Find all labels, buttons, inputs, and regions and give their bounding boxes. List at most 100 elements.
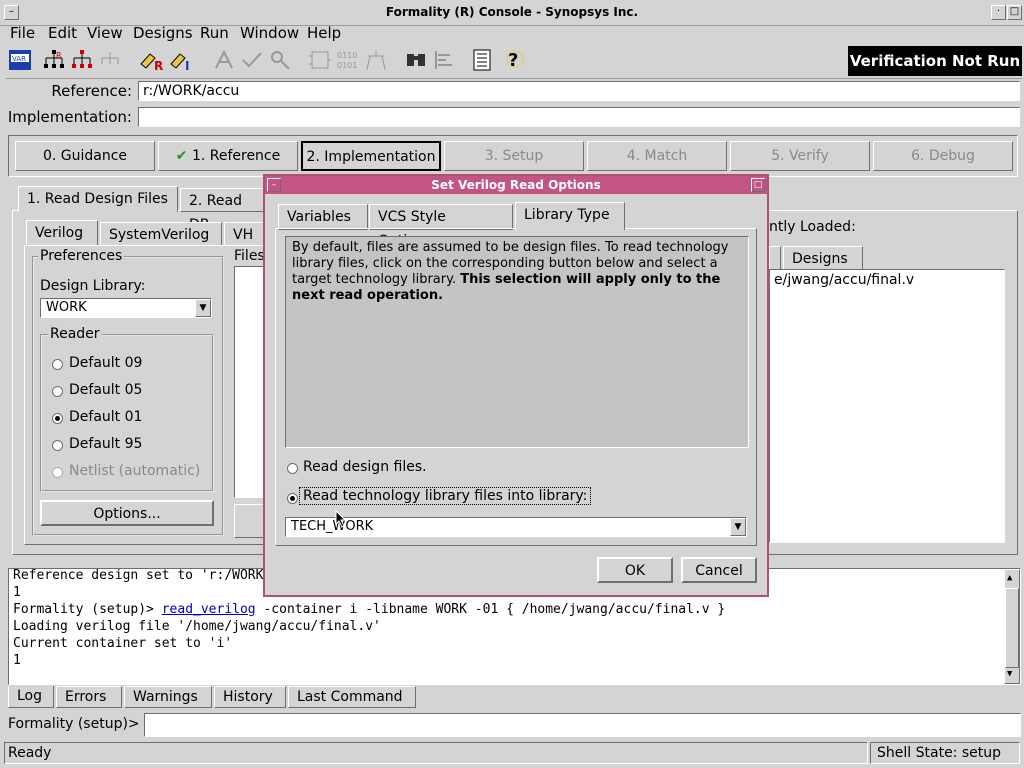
chevron-down-icon[interactable]: ▼: [730, 518, 746, 536]
menu-help[interactable]: Help: [307, 24, 341, 42]
tab-vcs-style-options[interactable]: VCS Style Options: [369, 204, 513, 249]
tab-errors[interactable]: Errors: [56, 686, 122, 708]
loaded-list[interactable]: e/jwang/accu/final.v: [769, 269, 1005, 543]
menu-designs[interactable]: Designs: [133, 24, 193, 42]
svg-text:R: R: [154, 59, 163, 72]
step-verify: 5. Verify: [730, 141, 870, 171]
report-icon[interactable]: [468, 46, 496, 74]
design-library-label: Design Library:: [40, 278, 146, 294]
radio-read-design-files-label: Read design files.: [303, 459, 427, 475]
log-command-args: -container i -libname WORK -01 { /home/j…: [255, 602, 726, 617]
step-match: 4. Match: [587, 141, 727, 171]
prompt-label: Formality (setup)>: [8, 716, 140, 732]
reader-label-netlist: Netlist (automatic): [69, 463, 201, 479]
library-select-value: TECH_WORK: [291, 519, 374, 534]
status-right-panel: Shell State: setup: [870, 742, 1020, 764]
implementation-field[interactable]: [138, 107, 1020, 127]
files-list[interactable]: [234, 266, 264, 498]
scroll-up-icon[interactable]: ▲: [1007, 570, 1012, 587]
reader-radio-01[interactable]: [52, 413, 63, 424]
step-reference-label: 1. Reference: [191, 148, 281, 164]
loaded-tab-designs[interactable]: Designs: [783, 246, 863, 270]
preferences-title: Preferences: [38, 248, 125, 264]
dialog-title: Set Verilog Read Options: [265, 176, 767, 194]
tab-read-design-files[interactable]: 1. Read Design Files: [18, 186, 178, 212]
reader-radio-09[interactable]: [52, 359, 63, 370]
dialog-maximize-button[interactable]: □: [751, 178, 765, 192]
reference-field[interactable]: r:/WORK/accu: [138, 81, 1020, 101]
edit-reference-icon[interactable]: R: [138, 46, 166, 74]
tab-vhdl[interactable]: VH: [224, 222, 264, 246]
svg-text:VAR: VAR: [12, 55, 26, 63]
checkmark-icon: ✔: [175, 148, 188, 164]
step-setup: 3. Setup: [444, 141, 584, 171]
log-scrollbar[interactable]: ▲ ▼: [1004, 569, 1020, 684]
log-line: Loading verilog file '/home/jwang/accu/f…: [13, 619, 381, 634]
dialog-menu-button[interactable]: –: [267, 178, 281, 192]
currently-loaded-label: ntly Loaded:: [769, 219, 856, 235]
menu-file[interactable]: File: [10, 24, 35, 42]
find-icon[interactable]: [402, 46, 430, 74]
edit-implementation-icon[interactable]: I: [168, 46, 196, 74]
verification-status-banner: Verification Not Run: [848, 46, 1022, 76]
tab-warnings[interactable]: Warnings: [124, 686, 212, 708]
implementation-hierarchy-icon[interactable]: [68, 46, 96, 74]
loaded-file-item[interactable]: e/jwang/accu/final.v: [774, 272, 914, 288]
maximize-button[interactable]: □: [1007, 5, 1022, 20]
menu-view[interactable]: View: [87, 24, 123, 42]
step-reference[interactable]: ✔ 1. Reference: [158, 141, 298, 171]
tab-library-type[interactable]: Library Type: [515, 202, 625, 230]
tab-verilog[interactable]: Verilog: [26, 220, 98, 246]
menu-bar: File Edit View Designs Run Window Help: [0, 22, 1024, 44]
radio-read-tech-library-label: Read technology library files into libra…: [299, 487, 592, 505]
schematic-icon: [306, 46, 334, 74]
reader-label-95: Default 95: [69, 436, 143, 452]
log-prompt: Formality (setup)>: [13, 602, 162, 617]
menu-window[interactable]: Window: [240, 24, 299, 42]
scroll-down-icon[interactable]: ▼: [1007, 666, 1012, 683]
tab-read-db[interactable]: 2. Read DB: [180, 188, 270, 233]
files-button[interactable]: [234, 504, 264, 538]
reader-label-09: Default 09: [69, 355, 143, 371]
step-implementation[interactable]: 2. Implementation: [301, 141, 441, 171]
library-select[interactable]: TECH_WORK ▼: [285, 517, 747, 537]
step-guidance[interactable]: 0. Guidance: [15, 141, 155, 171]
log-line: 1: [13, 653, 21, 668]
tab-history[interactable]: History: [214, 686, 286, 708]
reader-label-01: Default 01: [69, 409, 143, 425]
svg-text:I: I: [185, 59, 189, 72]
tab-systemverilog[interactable]: SystemVerilog: [100, 222, 222, 246]
tab-last-command[interactable]: Last Command: [288, 686, 416, 708]
reference-hierarchy-icon[interactable]: R: [40, 46, 68, 74]
loaded-tab-files[interactable]: [769, 246, 781, 270]
step-debug: 6. Debug: [873, 141, 1013, 171]
command-input[interactable]: [144, 713, 1021, 737]
tab-variables[interactable]: Variables: [278, 204, 368, 230]
ok-button[interactable]: OK: [597, 557, 673, 583]
menu-edit[interactable]: Edit: [48, 24, 77, 42]
dialog-description: By default, files are assumed to be desi…: [285, 236, 749, 448]
reader-radio-netlist: [52, 467, 63, 478]
reference-label: Reference:: [51, 82, 132, 100]
radio-read-tech-library[interactable]: [287, 493, 298, 504]
radio-read-design-files[interactable]: [287, 463, 298, 474]
chevron-down-icon[interactable]: ▼: [195, 299, 211, 317]
design-library-select[interactable]: WORK ▼: [40, 298, 212, 318]
read-verilog-link[interactable]: read_verilog: [162, 602, 256, 617]
minimize-button[interactable]: ·: [991, 5, 1006, 20]
reader-radio-95[interactable]: [52, 440, 63, 451]
reader-radio-05[interactable]: [52, 386, 63, 397]
window-title: Formality (R) Console - Synopsys Inc.: [385, 5, 639, 19]
tab-log[interactable]: Log: [8, 686, 54, 708]
mouse-cursor-icon: [335, 510, 347, 528]
variables-icon[interactable]: VAR: [6, 46, 34, 74]
menu-run[interactable]: Run: [200, 24, 229, 42]
verify-icon: [238, 46, 266, 74]
scroll-thumb[interactable]: [1005, 588, 1019, 668]
align-icon: [430, 46, 458, 74]
reader-label-05: Default 05: [69, 382, 143, 398]
implementation-label: Implementation:: [7, 108, 132, 126]
options-button[interactable]: Options...: [40, 500, 214, 526]
help-icon[interactable]: ?: [500, 46, 528, 74]
cancel-button[interactable]: Cancel: [681, 557, 757, 583]
